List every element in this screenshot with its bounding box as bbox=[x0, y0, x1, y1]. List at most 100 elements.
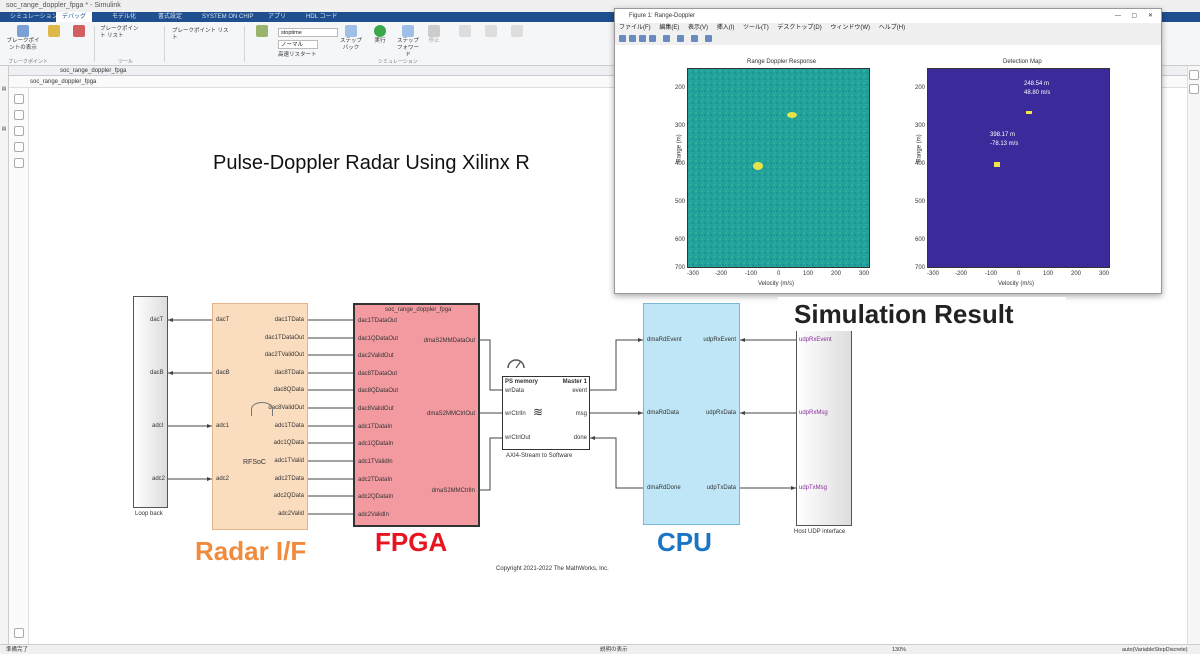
host-udp-block[interactable]: udpRxEvent udpRxMsg udpTxMsg bbox=[796, 326, 852, 526]
zoom-in-icon[interactable] bbox=[14, 110, 24, 120]
plot1-xtick: 300 bbox=[859, 271, 870, 277]
ribbon-separator-2 bbox=[164, 26, 165, 62]
breadcrumb-item[interactable]: soc_range_doppler_fpga bbox=[30, 79, 96, 85]
plot1-xtick: 100 bbox=[803, 271, 814, 277]
minimize-icon[interactable]: — bbox=[1115, 9, 1121, 23]
radar-if-in-port: adc2 bbox=[216, 476, 230, 482]
axi4-stream-block[interactable]: PS memory Master 1 wrData wrCtrlIn wrCtr… bbox=[502, 376, 590, 450]
fast-restart-toggle[interactable]: 高速リスタート bbox=[278, 52, 328, 59]
step-in-button[interactable] bbox=[454, 25, 476, 38]
step-forward-button[interactable]: ステップ フォワード bbox=[396, 25, 420, 59]
info-icon[interactable] bbox=[1189, 84, 1199, 94]
new-figure-icon[interactable] bbox=[619, 35, 626, 42]
tab-soc[interactable]: SYSTEM ON CHIP bbox=[196, 12, 259, 22]
copyright-note: Copyright 2021-2022 The MathWorks, Inc. bbox=[496, 566, 609, 572]
clear-breakpoints-button[interactable] bbox=[68, 25, 90, 38]
detection-1-marker bbox=[1026, 111, 1032, 114]
tab-format[interactable]: 書式設定 bbox=[152, 12, 188, 22]
show-breakpoints-button[interactable]: ブレークポイントの表示 bbox=[6, 25, 40, 52]
filter-icon bbox=[48, 25, 60, 37]
fpga-block[interactable]: soc_range_doppler_fpga dac1TDataOut dac1… bbox=[353, 303, 480, 527]
plot1-ylabel: Range (m) bbox=[676, 134, 683, 163]
tab-hdl[interactable]: HDL コード bbox=[300, 12, 343, 22]
cpu-block[interactable]: dmaRdEvent dmaRdData dmaRdDone udpRxEven… bbox=[643, 303, 740, 525]
range-doppler-image bbox=[687, 68, 870, 268]
radar-if-out-port: adc2QData bbox=[273, 493, 304, 499]
step-back-icon bbox=[345, 25, 357, 37]
fpga-out-port: dmaS2MMCtrlOut bbox=[426, 411, 475, 417]
step-over-button[interactable] bbox=[480, 25, 502, 38]
tab-apps[interactable]: アプリ bbox=[262, 12, 292, 22]
stream-icon: ≋ bbox=[533, 405, 544, 419]
zoom-fit-icon[interactable] bbox=[14, 94, 24, 104]
collapse-icon[interactable] bbox=[14, 628, 24, 638]
stop-time-field[interactable]: stoptime bbox=[278, 28, 338, 37]
cpu-in-port: dmaRdDone bbox=[647, 485, 681, 491]
model-browser-tab[interactable]: ▤ bbox=[1, 86, 7, 92]
image-icon[interactable] bbox=[14, 158, 24, 168]
arrow-icon[interactable] bbox=[14, 126, 24, 136]
link-icon[interactable] bbox=[705, 35, 712, 42]
signal-tools[interactable]: ブレークポイント リスト bbox=[100, 26, 140, 40]
maximize-icon[interactable]: ▢ bbox=[1131, 9, 1137, 23]
step-back-button[interactable]: ステップ バック bbox=[340, 25, 362, 52]
menu-file[interactable]: ファイル(F) bbox=[619, 25, 651, 31]
radar-if-block[interactable]: dacT dacB adc1 adc2 dac1TData dac1TDataO… bbox=[212, 303, 308, 530]
loopback-port: adc2 bbox=[152, 476, 166, 482]
fpga-out-port: dmaS2MMCtrlIn bbox=[431, 488, 475, 494]
plot2-ytick: 200 bbox=[915, 85, 926, 91]
menu-desktop[interactable]: デスクトップ(D) bbox=[777, 25, 821, 31]
loopback-block[interactable]: dacT dacB adcI adc2 bbox=[133, 296, 168, 508]
model-path[interactable]: soc_range_doppler_fpga bbox=[60, 68, 126, 74]
property-icon[interactable] bbox=[1189, 70, 1199, 80]
figure-titlebar[interactable]: Figure 1: Range-Doppler — ▢ ✕ bbox=[615, 9, 1161, 23]
radar-if-out-port: adc1QData bbox=[273, 440, 304, 446]
axi-out-port: done bbox=[573, 435, 587, 441]
sim-mode-select[interactable]: ノーマル bbox=[278, 40, 318, 49]
figure-title: Figure 1: Range-Doppler bbox=[629, 13, 696, 19]
detection-map-image: 248.54 m 48.80 m/s 398.17 m -78.13 m/s bbox=[927, 68, 1110, 268]
radar-if-label: Radar I/F bbox=[195, 536, 307, 566]
tab-debug[interactable]: デバッグ bbox=[56, 12, 93, 22]
step-out-button[interactable] bbox=[506, 25, 528, 38]
close-icon[interactable]: ✕ bbox=[1148, 9, 1153, 23]
text-icon[interactable] bbox=[14, 142, 24, 152]
canvas-tool-palette bbox=[9, 88, 29, 644]
save-icon[interactable] bbox=[639, 35, 646, 42]
radar-if-out-port: dac8QData bbox=[273, 387, 304, 393]
layout-icon[interactable] bbox=[691, 35, 698, 42]
radar-if-out-port: adc2TData bbox=[274, 476, 304, 482]
menu-tools[interactable]: ツール(T) bbox=[743, 25, 769, 31]
radar-if-out-port: adc2Valid bbox=[278, 511, 304, 517]
run-button[interactable]: 実行 bbox=[370, 25, 390, 45]
fpga-in-port: dac2ValidOut bbox=[358, 353, 394, 359]
run-label: 実行 bbox=[374, 38, 386, 44]
stop-button[interactable]: 停止 bbox=[424, 25, 444, 45]
menu-insert[interactable]: 挿入(I) bbox=[717, 25, 735, 31]
breakpoint-list-link[interactable]: ブレークポイント リスト bbox=[172, 28, 232, 42]
tab-simulation[interactable]: シミュレーション bbox=[4, 12, 64, 22]
plot2-xlabel: Velocity (m/s) bbox=[998, 281, 1035, 287]
rfsoc-label: RFSoC bbox=[243, 459, 266, 466]
menu-view[interactable]: 表示(V) bbox=[688, 25, 708, 31]
breakpoint-filter-button[interactable] bbox=[44, 25, 64, 38]
dock-icon[interactable] bbox=[677, 35, 684, 42]
pointer-icon[interactable] bbox=[663, 35, 670, 42]
print-icon[interactable] bbox=[649, 35, 656, 42]
cpu-label: CPU bbox=[657, 527, 712, 557]
menu-window[interactable]: ウィンドウ(W) bbox=[830, 25, 870, 31]
signal-tools-label: ブレークポイント リスト bbox=[100, 26, 139, 39]
tab-modeling[interactable]: モデル化 bbox=[106, 12, 142, 22]
menu-edit[interactable]: 編集(E) bbox=[659, 25, 679, 31]
open-icon[interactable] bbox=[629, 35, 636, 42]
cpu-out-port: udpRxData bbox=[705, 410, 736, 416]
figure-window[interactable]: Figure 1: Range-Doppler — ▢ ✕ ファイル(F) 編集… bbox=[614, 8, 1162, 294]
radar-if-out-port: dac1TDataOut bbox=[264, 335, 304, 341]
detection-1-velocity: 48.80 m/s bbox=[1024, 90, 1051, 96]
plot1-ytick: 500 bbox=[675, 199, 686, 205]
menu-help[interactable]: ヘルプ(H) bbox=[879, 25, 905, 31]
host-port: udpRxMsg bbox=[799, 410, 828, 416]
property-inspector-tab[interactable]: ▤ bbox=[1, 126, 7, 132]
model-settings-button[interactable] bbox=[252, 25, 272, 38]
plot2-ytick: 300 bbox=[915, 123, 926, 129]
